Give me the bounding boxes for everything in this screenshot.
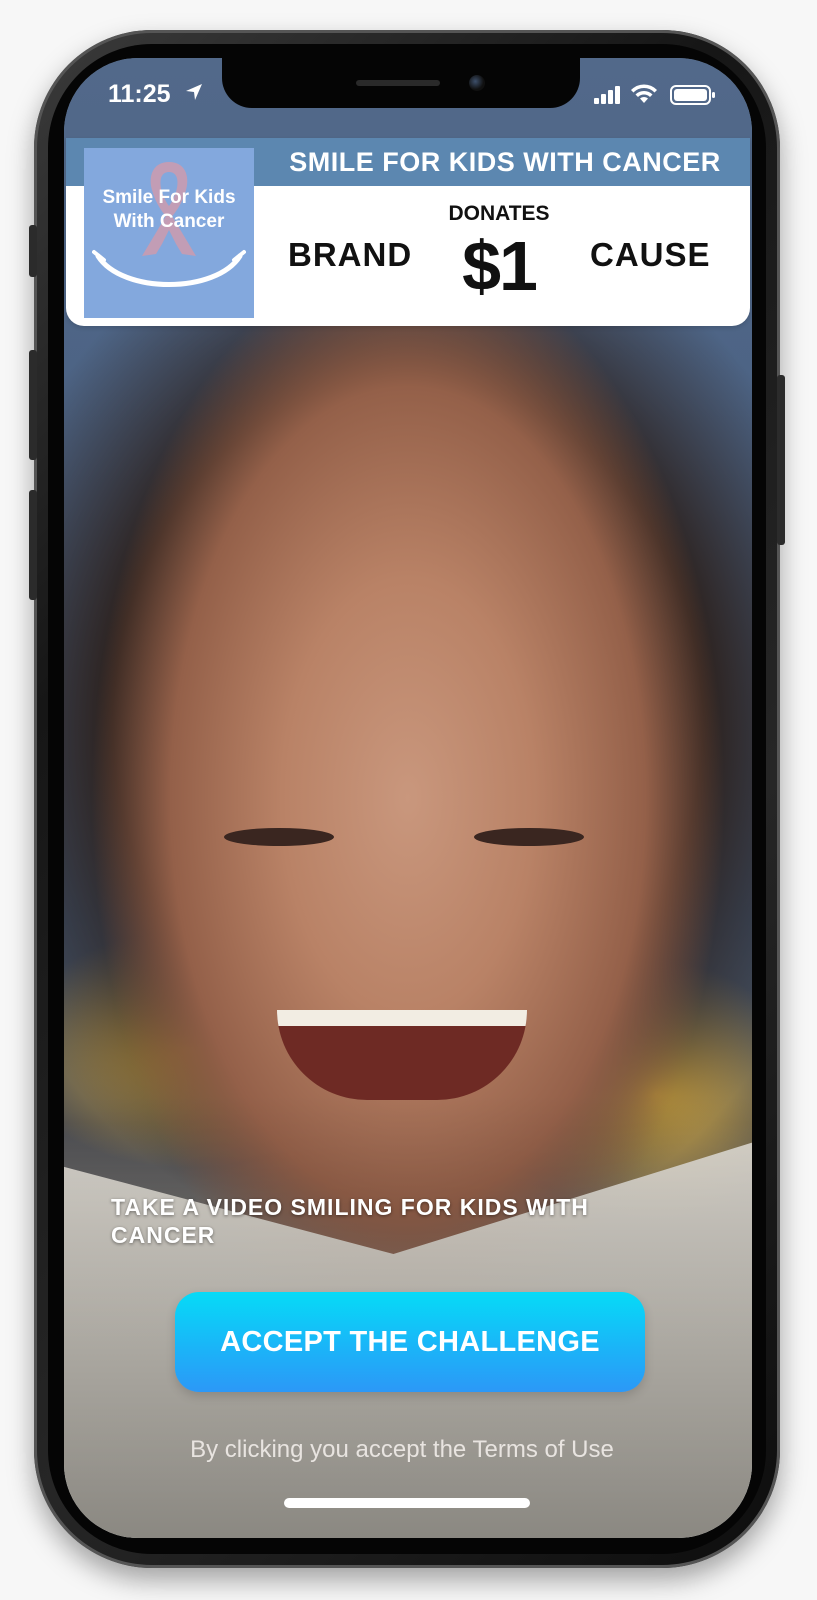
signal-icon	[594, 86, 620, 104]
logo-line-1: Smile For Kids	[102, 187, 236, 208]
location-arrow-icon	[186, 84, 202, 100]
logo-line-2: With Cancer	[113, 211, 225, 232]
terms-of-use-notice[interactable]: By clicking you accept the Terms of Use	[64, 1436, 740, 1464]
wifi-icon	[631, 84, 657, 103]
brand-label: BRAND	[288, 236, 413, 273]
donates-label: DONATES	[448, 202, 550, 225]
power-button	[777, 375, 785, 545]
status-time: 11:25	[108, 80, 171, 108]
smile-curve-icon	[92, 250, 246, 287]
accept-challenge-button[interactable]: ACCEPT THE CHALLENGE	[175, 1292, 645, 1392]
home-indicator[interactable]	[284, 1498, 530, 1508]
sponsor-banner: SMILE FOR KIDS WITH CANCER Smile For Kid…	[66, 138, 750, 326]
donation-amount: $1	[462, 227, 538, 305]
volume-down-button	[29, 490, 37, 600]
status-bar: 11:25	[64, 58, 752, 130]
silent-switch	[29, 225, 37, 277]
phone-screen: 11:25 SMILE FOR KIDS WITH CANCER Smile F…	[64, 58, 752, 1538]
notch	[222, 58, 580, 108]
earpiece-speaker	[356, 80, 440, 86]
challenge-description: TAKE A VIDEO SMILING FOR KIDS WITH CANCE…	[111, 1194, 589, 1248]
battery-icon	[670, 85, 715, 105]
banner-title: SMILE FOR KIDS WITH CANCER	[289, 147, 721, 177]
front-camera	[469, 75, 485, 91]
cause-logo: Smile For Kids With Cancer	[84, 148, 254, 318]
volume-up-button	[29, 350, 37, 460]
cause-label: CAUSE	[590, 236, 711, 273]
